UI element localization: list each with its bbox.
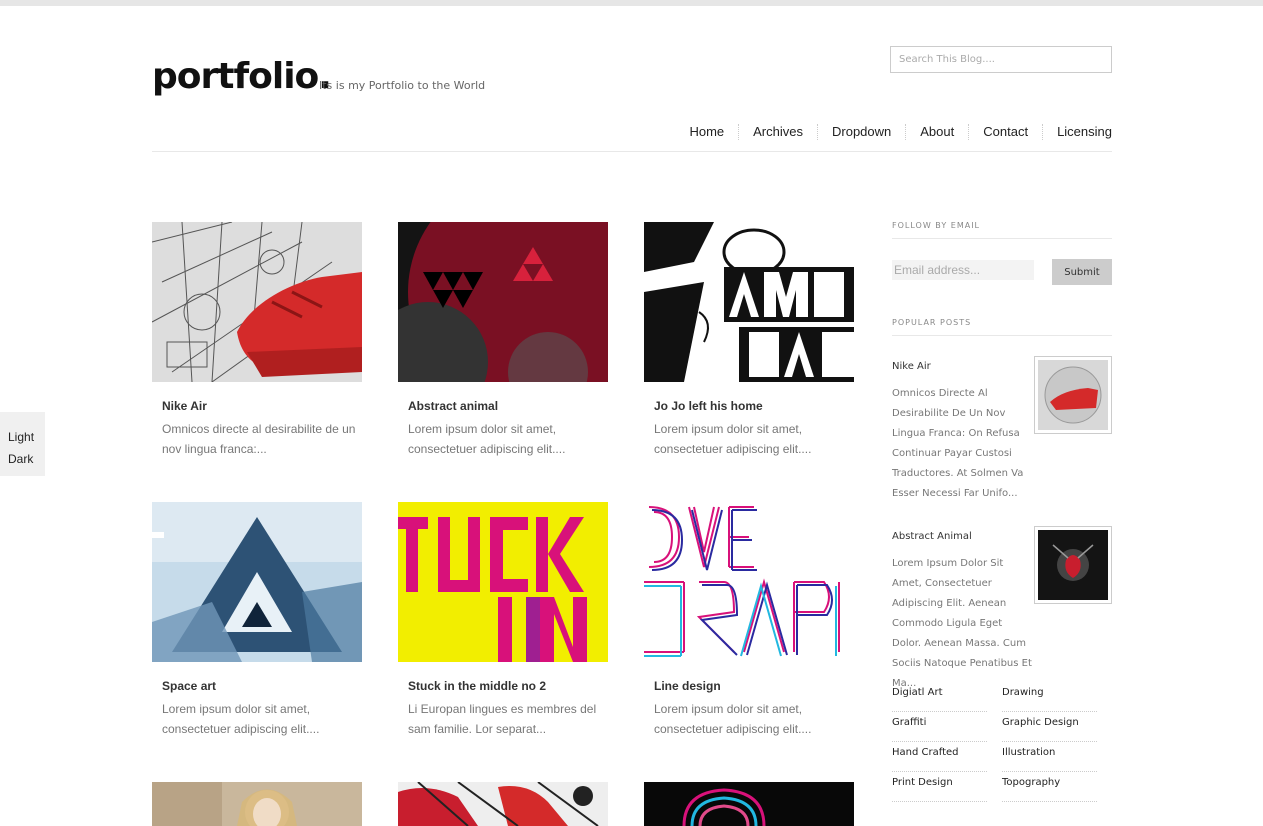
category-link[interactable]: Illustration	[1002, 742, 1097, 772]
site-logo[interactable]: portfolio.	[152, 56, 332, 97]
post-thumbnail-portrait[interactable]	[152, 782, 362, 826]
follow-by-email-heading: FOLLOW BY EMAIL	[892, 221, 1112, 239]
post-excerpt: Lorem ipsum dolor sit amet, consectetuer…	[654, 702, 812, 736]
post-thumbnail-abstract-animal[interactable]	[398, 222, 608, 382]
category-link[interactable]: Digiatl Art	[892, 682, 987, 712]
nav-home[interactable]: Home	[675, 124, 738, 140]
post-title[interactable]: Nike Air	[162, 399, 207, 413]
post-thumbnail-graffiti[interactable]	[398, 782, 608, 826]
category-link[interactable]: Graffiti	[892, 712, 987, 742]
post-card: Jo Jo left his home Lorem ipsum dolor si…	[644, 222, 854, 456]
post-excerpt: Li Europan lingues es membres del sam fa…	[408, 702, 597, 736]
category-list: Digiatl Art Drawing Graffiti Graphic Des…	[892, 682, 1112, 802]
nav-about[interactable]: About	[905, 124, 968, 140]
popular-posts-heading: POPULAR POSTS	[892, 318, 1112, 336]
category-link[interactable]: Topography	[1002, 772, 1097, 802]
post-thumbnail-neon[interactable]	[644, 782, 854, 826]
top-bar	[0, 0, 1263, 6]
post-excerpt: Lorem ipsum dolor sit amet, consectetuer…	[408, 422, 566, 456]
post-title[interactable]: Abstract animal	[408, 399, 498, 413]
category-link[interactable]: Graphic Design	[1002, 712, 1097, 742]
category-link[interactable]: Print Design	[892, 772, 987, 802]
post-card: Abstract animal Lorem ipsum dolor sit am…	[398, 222, 608, 456]
header-divider	[152, 151, 1112, 152]
post-card: Space art Lorem ipsum dolor sit amet, co…	[152, 502, 362, 736]
email-field[interactable]	[892, 260, 1034, 280]
post-excerpt: Omnicos directe al desirabilite de un no…	[162, 422, 356, 456]
post-card: Stuck in the middle no 2 Li Europan ling…	[398, 502, 608, 736]
main-nav: Home Archives Dropdown About Contact Lic…	[675, 124, 1112, 140]
category-link[interactable]: Hand Crafted	[892, 742, 987, 772]
nav-licensing[interactable]: Licensing	[1042, 124, 1112, 140]
post-thumbnail-nike-air[interactable]	[152, 222, 362, 382]
post-thumbnail-line-design[interactable]	[644, 502, 854, 662]
post-title[interactable]: Stuck in the middle no 2	[408, 679, 546, 693]
category-link[interactable]: Drawing	[1002, 682, 1097, 712]
popular-post-title[interactable]: Abstract Animal	[892, 531, 972, 542]
post-thumbnail-jo-jo[interactable]	[644, 222, 854, 382]
site-tagline: Its is my Portfolio to the World	[319, 79, 486, 92]
popular-post-thumbnail[interactable]	[1034, 526, 1112, 604]
post-card: Nike Air Omnicos directe al desirabilite…	[152, 222, 362, 456]
style-switcher: Light Dark	[0, 412, 45, 476]
submit-button[interactable]: Submit	[1052, 259, 1112, 285]
post-title[interactable]: Line design	[654, 679, 721, 693]
popular-post-thumbnail[interactable]	[1034, 356, 1112, 434]
post-thumbnail-space-art[interactable]	[152, 502, 362, 662]
post-excerpt: Lorem ipsum dolor sit amet, consectetuer…	[654, 422, 812, 456]
popular-post-excerpt: Lorem Ipsum Dolor Sit Amet, Consectetuer…	[892, 554, 1032, 694]
post-excerpt: Lorem ipsum dolor sit amet, consectetuer…	[162, 702, 320, 736]
search-input[interactable]	[890, 46, 1112, 73]
nav-dropdown[interactable]: Dropdown	[817, 124, 905, 140]
post-thumbnail-stuck-in-the-middle[interactable]	[398, 502, 608, 662]
popular-post-excerpt: Omnicos Directe Al Desirabilite De Un No…	[892, 384, 1032, 504]
post-title[interactable]: Jo Jo left his home	[654, 399, 763, 413]
popular-post-excerpt-text: Lorem Ipsum Dolor Sit Amet, Consectetuer…	[892, 558, 1032, 689]
dark-style-link[interactable]: Dark	[8, 448, 45, 470]
popular-post-excerpt-text: Omnicos Directe Al Desirabilite De Un No…	[892, 388, 1024, 499]
nav-archives[interactable]: Archives	[738, 124, 817, 140]
post-card: Line design Lorem ipsum dolor sit amet, …	[644, 502, 854, 736]
popular-post-title[interactable]: Nike Air	[892, 361, 931, 372]
nav-contact[interactable]: Contact	[968, 124, 1042, 140]
light-style-link[interactable]: Light	[8, 426, 45, 448]
post-title[interactable]: Space art	[162, 679, 216, 693]
